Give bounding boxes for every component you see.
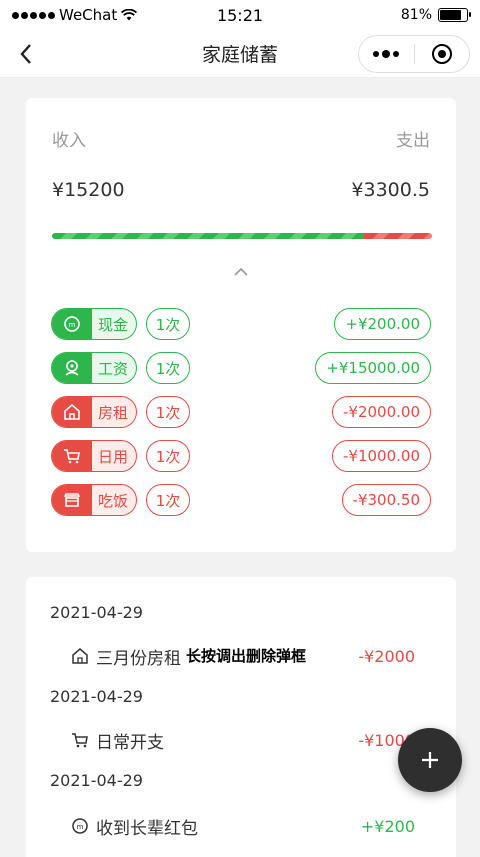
category-tag: 房租: [51, 396, 137, 428]
svg-text:m: m: [77, 823, 84, 831]
record-date: 2021-04-29: [50, 603, 143, 622]
category-row[interactable]: 工资 1次 +¥15000.00: [51, 352, 431, 384]
category-row[interactable]: 日用 1次 -¥1000.00: [51, 440, 431, 472]
category-count: 1次: [146, 396, 190, 428]
category-tag: 吃饭: [51, 484, 137, 516]
category-row[interactable]: 吃饭 1次 -¥300.50: [51, 484, 431, 516]
category-label: 工资: [98, 359, 129, 378]
close-mini-program-button[interactable]: [415, 36, 470, 72]
chevron-left-icon: [20, 44, 31, 64]
svg-text:m: m: [69, 321, 76, 329]
long-press-hint: 长按调出删除弹框: [186, 647, 307, 665]
category-row[interactable]: 房租 1次 -¥2000.00: [51, 396, 431, 428]
salary-icon: [52, 353, 92, 383]
battery-icon: [438, 8, 471, 22]
income-amount: ¥15200: [52, 179, 125, 201]
category-row[interactable]: m 现金 1次 +¥200.00: [51, 308, 431, 340]
home-icon: [52, 397, 92, 427]
status-time: 15:21: [216, 5, 264, 25]
battery-percent: 81%: [400, 7, 432, 23]
record-title: 三月份房租: [96, 648, 181, 669]
wifi-icon: [121, 9, 138, 21]
category-amount: -¥300.50: [341, 484, 431, 516]
add-record-button[interactable]: [398, 728, 462, 792]
home-icon: [70, 646, 90, 666]
category-count: 1次: [146, 484, 190, 516]
category-tag: 工资: [51, 352, 137, 384]
category-count: 1次: [146, 308, 190, 340]
record-amount: -¥2000: [358, 646, 415, 666]
expense-label: 支出: [396, 131, 430, 151]
category-amount: -¥1000.00: [332, 440, 431, 472]
income-share-bar: [52, 233, 364, 239]
expense-amount: ¥3300.5: [351, 179, 430, 201]
income-expense-bar: [52, 233, 432, 239]
category-label: 日用: [98, 447, 129, 466]
category-count: 1次: [146, 440, 190, 472]
summary-card: 收入 支出 ¥15200 ¥3300.5 m 现金 1次 +¥200.00 工资…: [26, 98, 456, 552]
category-label: 吃饭: [98, 491, 129, 510]
restaurant-icon: [52, 485, 92, 515]
back-button[interactable]: [14, 40, 38, 68]
record-title: 收到长辈红包: [96, 818, 198, 839]
cash-coin-icon: m: [70, 816, 90, 836]
category-amount: +¥15000.00: [315, 352, 431, 384]
signal-carrier: WeChat: [12, 6, 138, 24]
carrier-name: WeChat: [59, 6, 118, 24]
category-amount: +¥200.00: [334, 308, 431, 340]
target-icon: [431, 44, 452, 64]
collapse-button[interactable]: [229, 262, 253, 282]
category-label: 房租: [98, 403, 129, 422]
record-date: 2021-04-29: [50, 771, 143, 790]
cart-icon: [52, 441, 92, 471]
more-dots-icon: [373, 50, 400, 58]
category-label: 现金: [98, 315, 129, 334]
record-amount: +¥200: [360, 816, 415, 836]
income-label: 收入: [52, 131, 86, 151]
nav-bar: 家庭储蓄: [0, 30, 480, 78]
record-item[interactable]: 日常开支 -¥1000: [70, 727, 415, 753]
page-title: 家庭储蓄: [201, 44, 278, 66]
category-count: 1次: [146, 352, 190, 384]
category-tag: m 现金: [51, 308, 137, 340]
status-bar: WeChat 15:21 81%: [0, 0, 480, 30]
signal-icon: [12, 11, 55, 19]
more-button[interactable]: [359, 36, 414, 72]
chevron-up-icon: [234, 267, 248, 276]
records-card: 2021-04-29 三月份房租 -¥2000 长按调出删除弹框 2021-04…: [26, 577, 456, 857]
cart-icon: [70, 730, 90, 750]
expense-share-bar: [363, 233, 432, 239]
cash-coin-icon: m: [52, 309, 92, 339]
category-amount: -¥2000.00: [332, 396, 431, 428]
category-tag: 日用: [51, 440, 137, 472]
record-item[interactable]: m 收到长辈红包 +¥200: [70, 813, 415, 839]
mini-program-capsule: [358, 35, 470, 73]
plus-icon: [422, 752, 438, 768]
record-title: 日常开支: [96, 732, 164, 753]
record-date: 2021-04-29: [50, 687, 143, 706]
